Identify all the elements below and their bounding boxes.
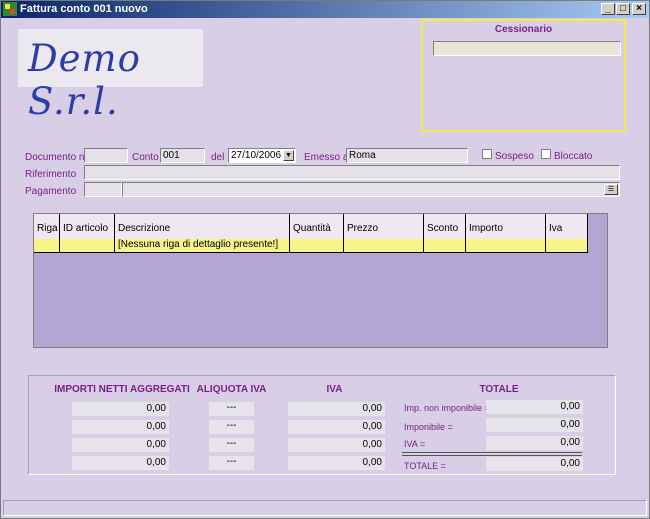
iva-header: IVA bbox=[326, 384, 343, 395]
importi-header: IMPORTI NETTI AGGREGATI bbox=[54, 384, 190, 395]
aliquota-field[interactable]: --- bbox=[209, 456, 254, 470]
bloccato-checkbox[interactable] bbox=[541, 149, 551, 159]
iva-total-label: IVA = bbox=[404, 439, 426, 449]
title-bar[interactable]: Fattura conto 001 nuovo _ □ × bbox=[1, 1, 649, 18]
grid-header: Riga ID articolo Descrizione Quantità Pr… bbox=[34, 214, 588, 240]
row-cell-id-articolo bbox=[60, 239, 115, 252]
table-row[interactable]: [Nessuna riga di dettaglio presente!] bbox=[34, 239, 588, 253]
riferimento-label: Riferimento bbox=[25, 169, 77, 180]
logo-text: Demo S.r.l. bbox=[28, 37, 141, 123]
conto-label: Conto bbox=[132, 152, 159, 163]
row-cell-prezzo bbox=[344, 239, 424, 252]
aliquota-field[interactable]: --- bbox=[209, 420, 254, 434]
pagamento-label: Pagamento bbox=[25, 186, 77, 197]
cessionario-panel: Cessionario bbox=[421, 19, 626, 132]
column-header-quantita[interactable]: Quantità bbox=[290, 214, 344, 239]
iva-field[interactable]: 0,00 bbox=[288, 420, 385, 434]
cessionario-label: Cessionario bbox=[494, 24, 553, 35]
row-cell-riga bbox=[34, 239, 60, 252]
conto-field[interactable]: 001 bbox=[160, 148, 205, 163]
emesso-label: Emesso a bbox=[304, 152, 349, 163]
pagamento-desc-field[interactable]: ☰ bbox=[122, 182, 620, 197]
column-header-importo[interactable]: Importo bbox=[466, 214, 546, 239]
del-label: del bbox=[211, 152, 225, 163]
aliquota-header: ALIQUOTA IVA bbox=[196, 384, 267, 395]
invoice-window: Fattura conto 001 nuovo _ □ × Demo S.r.l… bbox=[0, 0, 650, 519]
imp-non-imponibile-value[interactable]: 0,00 bbox=[486, 400, 583, 414]
totals-panel: IMPORTI NETTI AGGREGATI ALIQUOTA IVA IVA… bbox=[28, 375, 616, 475]
aliquota-field[interactable]: --- bbox=[209, 402, 254, 416]
column-header-riga[interactable]: Riga bbox=[34, 214, 60, 239]
row-cell-importo bbox=[466, 239, 546, 252]
column-header-prezzo[interactable]: Prezzo bbox=[344, 214, 424, 239]
row-cell-sconto bbox=[424, 239, 466, 252]
app-icon bbox=[3, 2, 17, 16]
row-cell-iva bbox=[546, 239, 588, 252]
row-cell-quantita bbox=[290, 239, 344, 252]
bloccato-label: Bloccato bbox=[554, 151, 593, 162]
iva-field[interactable]: 0,00 bbox=[288, 438, 385, 452]
column-header-descrizione[interactable]: Descrizione bbox=[115, 214, 290, 239]
iva-field[interactable]: 0,00 bbox=[288, 456, 385, 470]
sospeso-checkbox[interactable] bbox=[482, 149, 492, 159]
cessionario-field[interactable] bbox=[433, 41, 621, 56]
column-header-iva[interactable]: Iva bbox=[546, 214, 588, 239]
iva-total-value[interactable]: 0,00 bbox=[486, 436, 583, 450]
documento-label: Documento n° bbox=[25, 152, 89, 163]
sospeso-label: Sospeso bbox=[495, 151, 534, 162]
totale-label: TOTALE = bbox=[404, 461, 446, 471]
status-bar bbox=[3, 500, 647, 516]
imponibile-value[interactable]: 0,00 bbox=[486, 418, 583, 432]
minimize-button[interactable]: _ bbox=[601, 3, 615, 15]
emesso-field[interactable]: Roma bbox=[346, 148, 468, 163]
imp-non-imponibile-label: Imp. non imponibile = bbox=[404, 403, 490, 413]
column-header-id-articolo[interactable]: ID articolo bbox=[60, 214, 115, 239]
importo-field[interactable]: 0,00 bbox=[72, 456, 169, 470]
lookup-button-icon[interactable]: ☰ bbox=[604, 184, 618, 195]
date-value: 27/10/2006 bbox=[231, 150, 282, 161]
documento-field[interactable] bbox=[84, 148, 128, 163]
date-picker[interactable]: 27/10/2006 ▼ bbox=[228, 148, 296, 163]
iva-field[interactable]: 0,00 bbox=[288, 402, 385, 416]
window-title: Fattura conto 001 nuovo bbox=[20, 3, 148, 15]
chevron-down-icon[interactable]: ▼ bbox=[283, 150, 294, 161]
imponibile-label: Imponibile = bbox=[404, 422, 453, 432]
totals-divider bbox=[402, 452, 582, 453]
column-header-sconto[interactable]: Sconto bbox=[424, 214, 466, 239]
detail-grid[interactable]: Riga ID articolo Descrizione Quantità Pr… bbox=[33, 213, 608, 348]
company-logo: Demo S.r.l. bbox=[18, 29, 203, 123]
pagamento-code-field[interactable] bbox=[84, 182, 122, 197]
maximize-button[interactable]: □ bbox=[616, 3, 630, 15]
importo-field[interactable]: 0,00 bbox=[72, 402, 169, 416]
row-cell-descrizione: [Nessuna riga di dettaglio presente!] bbox=[115, 239, 290, 252]
close-button[interactable]: × bbox=[632, 3, 646, 15]
totale-value[interactable]: 0,00 bbox=[486, 457, 583, 471]
aliquota-field[interactable]: --- bbox=[209, 438, 254, 452]
importo-field[interactable]: 0,00 bbox=[72, 438, 169, 452]
totals-divider bbox=[402, 455, 582, 456]
totale-header: TOTALE bbox=[479, 384, 519, 395]
importo-field[interactable]: 0,00 bbox=[72, 420, 169, 434]
riferimento-field[interactable] bbox=[84, 165, 620, 180]
